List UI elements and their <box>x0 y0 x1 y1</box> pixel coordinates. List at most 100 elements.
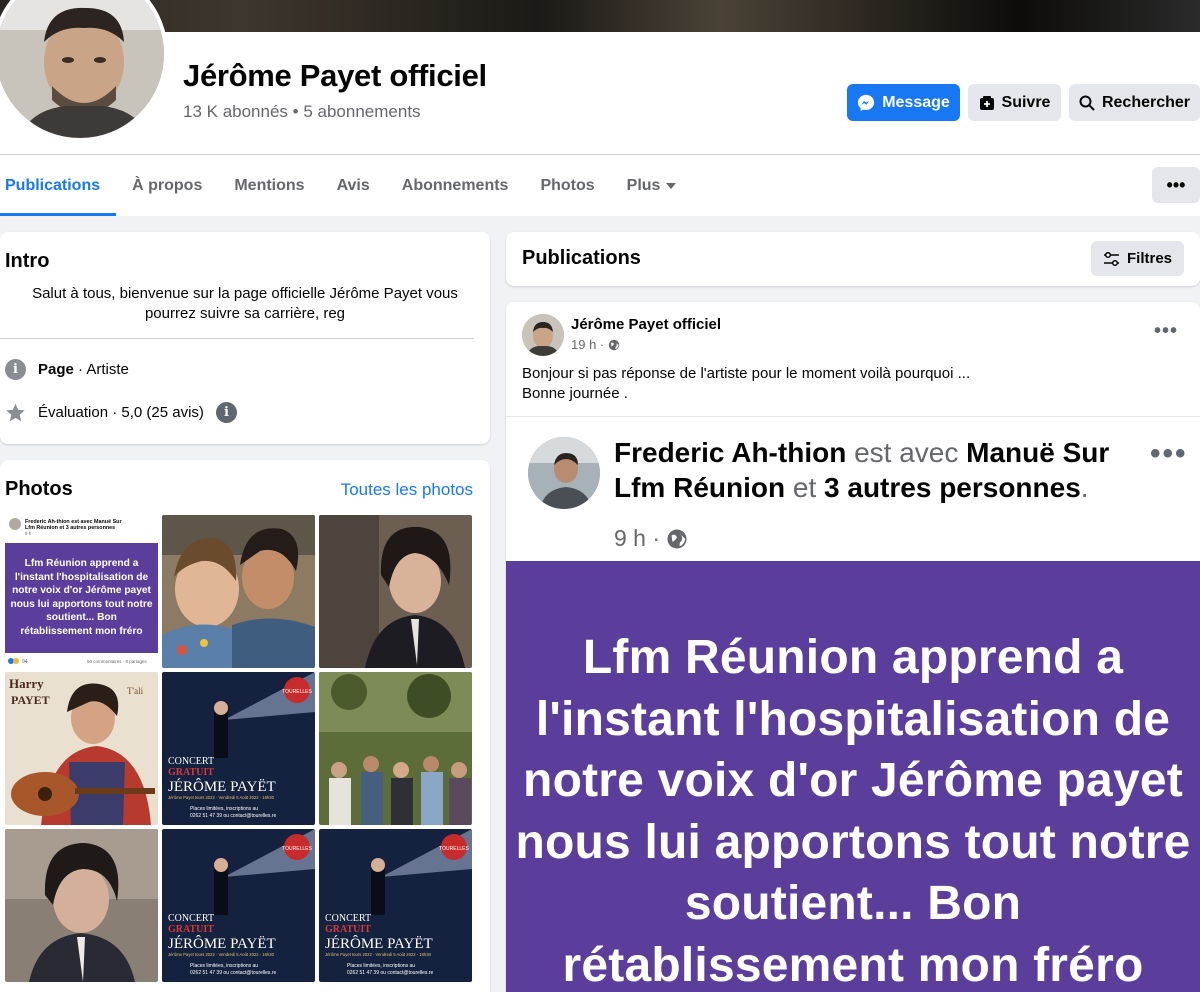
photo-grid: Frederic Ah-thion est avec Manuë Sur Lfm… <box>5 515 473 982</box>
post-author-avatar[interactable] <box>522 314 564 356</box>
photo-thumbnail[interactable] <box>5 829 158 982</box>
star-icon <box>6 403 25 422</box>
tab-label: Abonnements <box>401 176 509 194</box>
publications-title: Publications <box>522 247 641 269</box>
shared-options-icon: ••• <box>1150 437 1188 470</box>
poster-sub: Jérôme Payet tours 2022 · Vendredi 5 Aoû… <box>325 952 432 957</box>
follow-icon <box>979 95 994 110</box>
category-label: Page <box>38 361 74 378</box>
poster-sub: Jérôme Payet tours 2022 · Vendredi 5 Aoû… <box>168 952 275 957</box>
intro-category: i Page · Artiste <box>5 359 129 380</box>
mini-post-time: 9 h <box>25 531 32 536</box>
tab-more[interactable]: Plus <box>611 155 693 216</box>
following-count[interactable]: 5 abonnements <box>303 102 420 121</box>
search-button[interactable]: Rechercher <box>1069 84 1200 121</box>
shared-author-avatar <box>528 437 600 509</box>
photo-thumbnail[interactable] <box>162 515 315 668</box>
message-button[interactable]: Message <box>847 84 960 121</box>
photo-thumbnail[interactable]: TOURELLES CONCERT GRATUIT JÉRÔME PAYËT J… <box>162 672 315 825</box>
poster-line2: GRATUIT <box>168 767 214 778</box>
tab-photos[interactable]: Photos <box>524 155 610 216</box>
cover-photo[interactable] <box>0 0 1200 32</box>
poster-line2: GRATUIT <box>168 924 214 935</box>
photo-thumbnail[interactable] <box>319 672 472 825</box>
page-stats: 13 K abonnés • 5 abonnements <box>183 102 421 122</box>
poster-line1: CONCERT <box>168 913 214 924</box>
poster-badge: TOURELLES <box>439 846 469 852</box>
category-value: · Artiste <box>78 361 129 378</box>
shared-post-screenshot[interactable]: Frederic Ah-thion est avec Manuë Sur Lfm… <box>506 416 1200 561</box>
tab-label: À propos <box>132 176 203 194</box>
poster-sub: Jérôme Payet tours 2022 · Vendredi 5 Aoû… <box>168 795 275 800</box>
photo-image: Frederic Ah-thion est avec Manuë Sur Lfm… <box>5 515 158 668</box>
globe-icon <box>667 528 687 549</box>
tab-label: Plus <box>626 176 661 194</box>
rating-text[interactable]: Évaluation · 5,0 (25 avis) <box>38 404 204 421</box>
search-button-label: Rechercher <box>1101 93 1191 111</box>
avatar-image <box>522 314 564 356</box>
intro-title: Intro <box>5 250 50 272</box>
photo-image <box>319 672 472 825</box>
poster-small: Places limitées, inscriptions au <box>347 963 415 969</box>
photo-thumbnail[interactable] <box>319 515 472 668</box>
tab-reviews[interactable]: Avis <box>321 155 386 216</box>
poster-badge: TOURELLES <box>282 846 312 852</box>
info-icon[interactable]: i <box>215 402 237 423</box>
photo-image: TOURELLES CONCERT GRATUIT JÉRÔME PAYËT J… <box>319 829 472 982</box>
post-timestamp[interactable]: 19 h · <box>571 337 620 352</box>
tab-mentions[interactable]: Mentions <box>218 155 320 216</box>
poster-small: Places limitées, inscriptions au <box>190 963 258 969</box>
avatar-image <box>528 437 600 509</box>
poster-name: JÉRÔME PAYËT <box>325 935 433 952</box>
globe-icon <box>609 339 620 350</box>
shared-author: Frederic Ah-thion <box>614 437 847 468</box>
photo-image <box>5 829 158 982</box>
filters-button[interactable]: Filtres <box>1091 241 1184 276</box>
follow-button[interactable]: Suivre <box>968 84 1061 121</box>
tab-following[interactable]: Abonnements <box>386 155 525 216</box>
photo-thumbnail[interactable]: Harry PAYET T'ali <box>5 672 158 825</box>
tab-about[interactable]: À propos <box>116 155 218 216</box>
photo-image: TOURELLES CONCERT GRATUIT JÉRÔME PAYËT J… <box>162 829 315 982</box>
publications-header: Publications Filtres <box>506 232 1200 286</box>
album-name-2: PAYET <box>11 693 50 707</box>
followers-count[interactable]: 13 K abonnés <box>183 102 288 121</box>
poster-contact: 0262 51 47 39 ou contact@tourelles.re <box>190 813 276 819</box>
post-text: Bonjour si pas réponse de l'artiste pour… <box>522 364 1182 404</box>
page-title: Jérôme Payet officiel <box>183 58 487 93</box>
post-author-name[interactable]: Jérôme Payet officiel <box>571 316 721 333</box>
more-options-button[interactable]: ••• <box>1152 167 1200 203</box>
album-name: Harry <box>9 676 44 691</box>
poster-line1: CONCERT <box>168 756 214 767</box>
post-card: Jérôme Payet officiel 19 h · ••• Bonjour… <box>506 302 1200 992</box>
intro-card: Intro Salut à tous, bienvenue sur la pag… <box>0 232 490 444</box>
post-text-line: Bonne journée . <box>522 385 628 402</box>
message-button-label: Message <box>882 93 950 111</box>
tab-label: Avis <box>336 176 370 194</box>
photo-thumbnail[interactable]: TOURELLES CONCERT GRATUIT JÉRÔME PAYËT J… <box>319 829 472 982</box>
shared-others: 3 autres personnes <box>824 472 1081 503</box>
see-all-photos-link[interactable]: Toutes les photos <box>341 480 473 500</box>
page-tabs: Publications À propos Mentions Avis Abon… <box>0 155 692 216</box>
photo-thumbnail[interactable]: Frederic Ah-thion est avec Manuë Sur Lfm… <box>5 515 158 668</box>
photo-thumbnail[interactable]: TOURELLES CONCERT GRATUIT JÉRÔME PAYËT J… <box>162 829 315 982</box>
tab-label: Mentions <box>234 176 305 194</box>
tab-label: Publications <box>5 176 101 194</box>
shared-and: et <box>792 472 817 503</box>
photo-image <box>319 515 472 668</box>
photo-image: TOURELLES CONCERT GRATUIT JÉRÔME PAYËT J… <box>162 672 315 825</box>
mini-post-comments: 50 commentaires · 8 partages <box>87 659 148 664</box>
shared-time-text: 9 h · <box>614 525 661 551</box>
shared-post-body: Lfm Réunion apprend a l'instant l'hospit… <box>506 561 1200 992</box>
intro-bio: Salut à tous, bienvenue sur la page offi… <box>32 285 458 322</box>
tab-label: Photos <box>540 176 595 194</box>
tab-publications[interactable]: Publications <box>0 155 117 216</box>
intro-divider <box>0 338 474 339</box>
intro-rating: Évaluation · 5,0 (25 avis) i <box>5 402 237 423</box>
post-options-icon[interactable]: ••• <box>1154 320 1178 343</box>
poster-line2: GRATUIT <box>325 924 371 935</box>
shared-post-header: Frederic Ah-thion est avec Manuë Sur Lfm… <box>614 435 1124 505</box>
shared-period: . <box>1080 472 1089 503</box>
shared-with: est avec <box>854 437 959 468</box>
filters-label: Filtres <box>1126 250 1172 267</box>
